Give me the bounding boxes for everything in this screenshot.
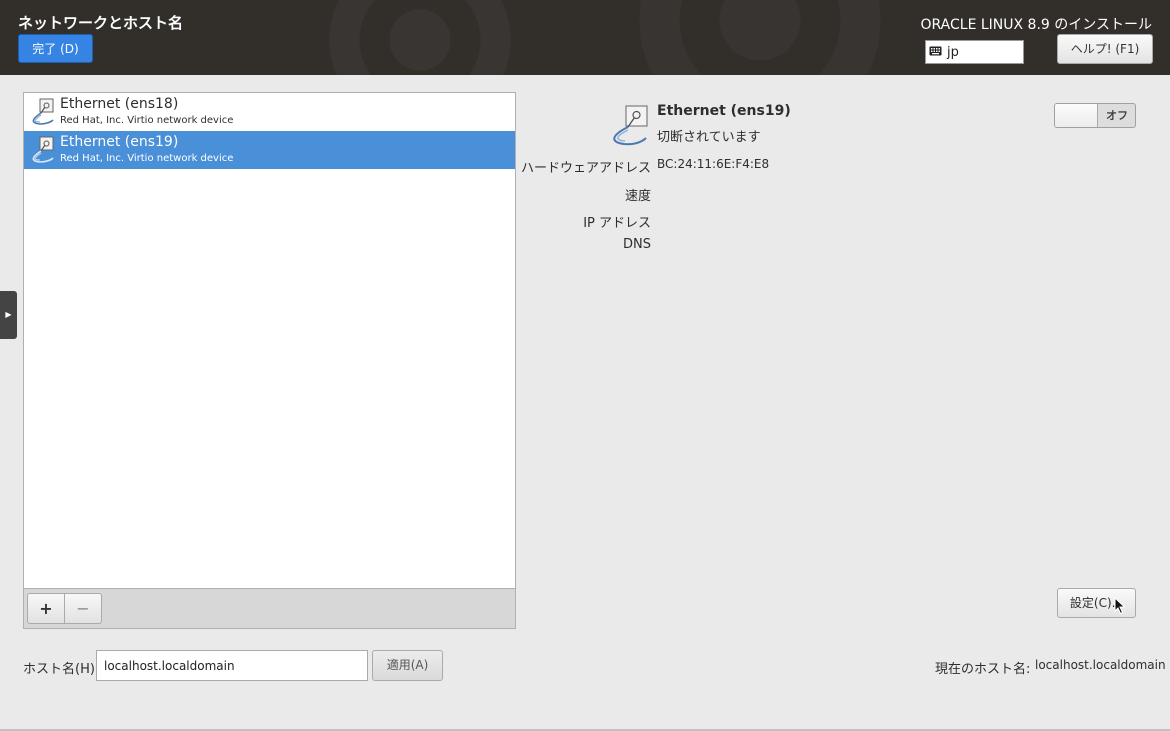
device-detail-status: 切断されています [657, 130, 761, 145]
mouse-pointer-icon [1114, 596, 1126, 615]
install-title: ORACLE LINUX 8.9 のインストール [920, 17, 1152, 33]
hostname-input[interactable] [96, 650, 368, 681]
network-card-icon [606, 104, 652, 148]
hostname-label: ホスト名(H): [23, 662, 100, 677]
device-list-panel: Ethernet (ens18) Red Hat, Inc. Virtio ne… [23, 92, 516, 629]
network-card-icon [28, 97, 56, 127]
current-hostname-label: 現在のホスト名: [935, 662, 1031, 677]
device-description: Red Hat, Inc. Virtio network device [60, 153, 234, 164]
keyboard-icon [929, 41, 943, 63]
remove-device-button[interactable]: − [64, 593, 102, 624]
device-description: Red Hat, Inc. Virtio network device [60, 115, 234, 126]
current-hostname-value: localhost.localdomain [1035, 658, 1166, 672]
add-device-button[interactable]: + [27, 593, 65, 624]
device-row-ens18[interactable]: Ethernet (ens18) Red Hat, Inc. Virtio ne… [24, 93, 515, 131]
apply-hostname-button[interactable]: 適用(A) [372, 650, 443, 681]
speed-label: 速度 [624, 189, 651, 204]
device-detail-name: Ethernet (ens19) [657, 103, 791, 119]
keyboard-layout-indicator[interactable]: jp [925, 40, 1024, 64]
keyboard-layout-label: jp [947, 45, 959, 60]
hardware-address-label: ハードウェアアドレス [520, 161, 651, 176]
device-name: Ethernet (ens18) [60, 96, 179, 112]
ip-address-label: IP アドレス [583, 216, 651, 231]
triangle-right-icon: ▶ [5, 310, 12, 319]
header-bar: ネットワークとホスト名 完了 (D) ORACLE LINUX 8.9 のインス… [0, 0, 1170, 75]
sidebar-expand-tab[interactable]: ▶ [0, 291, 17, 339]
device-list-toolbar: + − [24, 588, 515, 628]
network-card-icon [28, 135, 56, 165]
dns-label: DNS [623, 237, 651, 252]
toggle-state-label: オフ [1106, 109, 1128, 122]
device-row-ens19[interactable]: Ethernet (ens19) Red Hat, Inc. Virtio ne… [24, 131, 515, 169]
hardware-address-value: BC:24:11:6E:F4:E8 [657, 157, 770, 171]
device-list: Ethernet (ens18) Red Hat, Inc. Virtio ne… [24, 93, 515, 589]
toggle-knob [1055, 104, 1098, 127]
device-on-off-toggle[interactable]: オフ [1054, 103, 1136, 128]
help-button[interactable]: ヘルプ! (F1) [1057, 34, 1153, 64]
device-name: Ethernet (ens19) [60, 134, 179, 150]
page-title: ネットワークとホスト名 [18, 14, 184, 32]
done-button[interactable]: 完了 (D) [18, 34, 93, 63]
